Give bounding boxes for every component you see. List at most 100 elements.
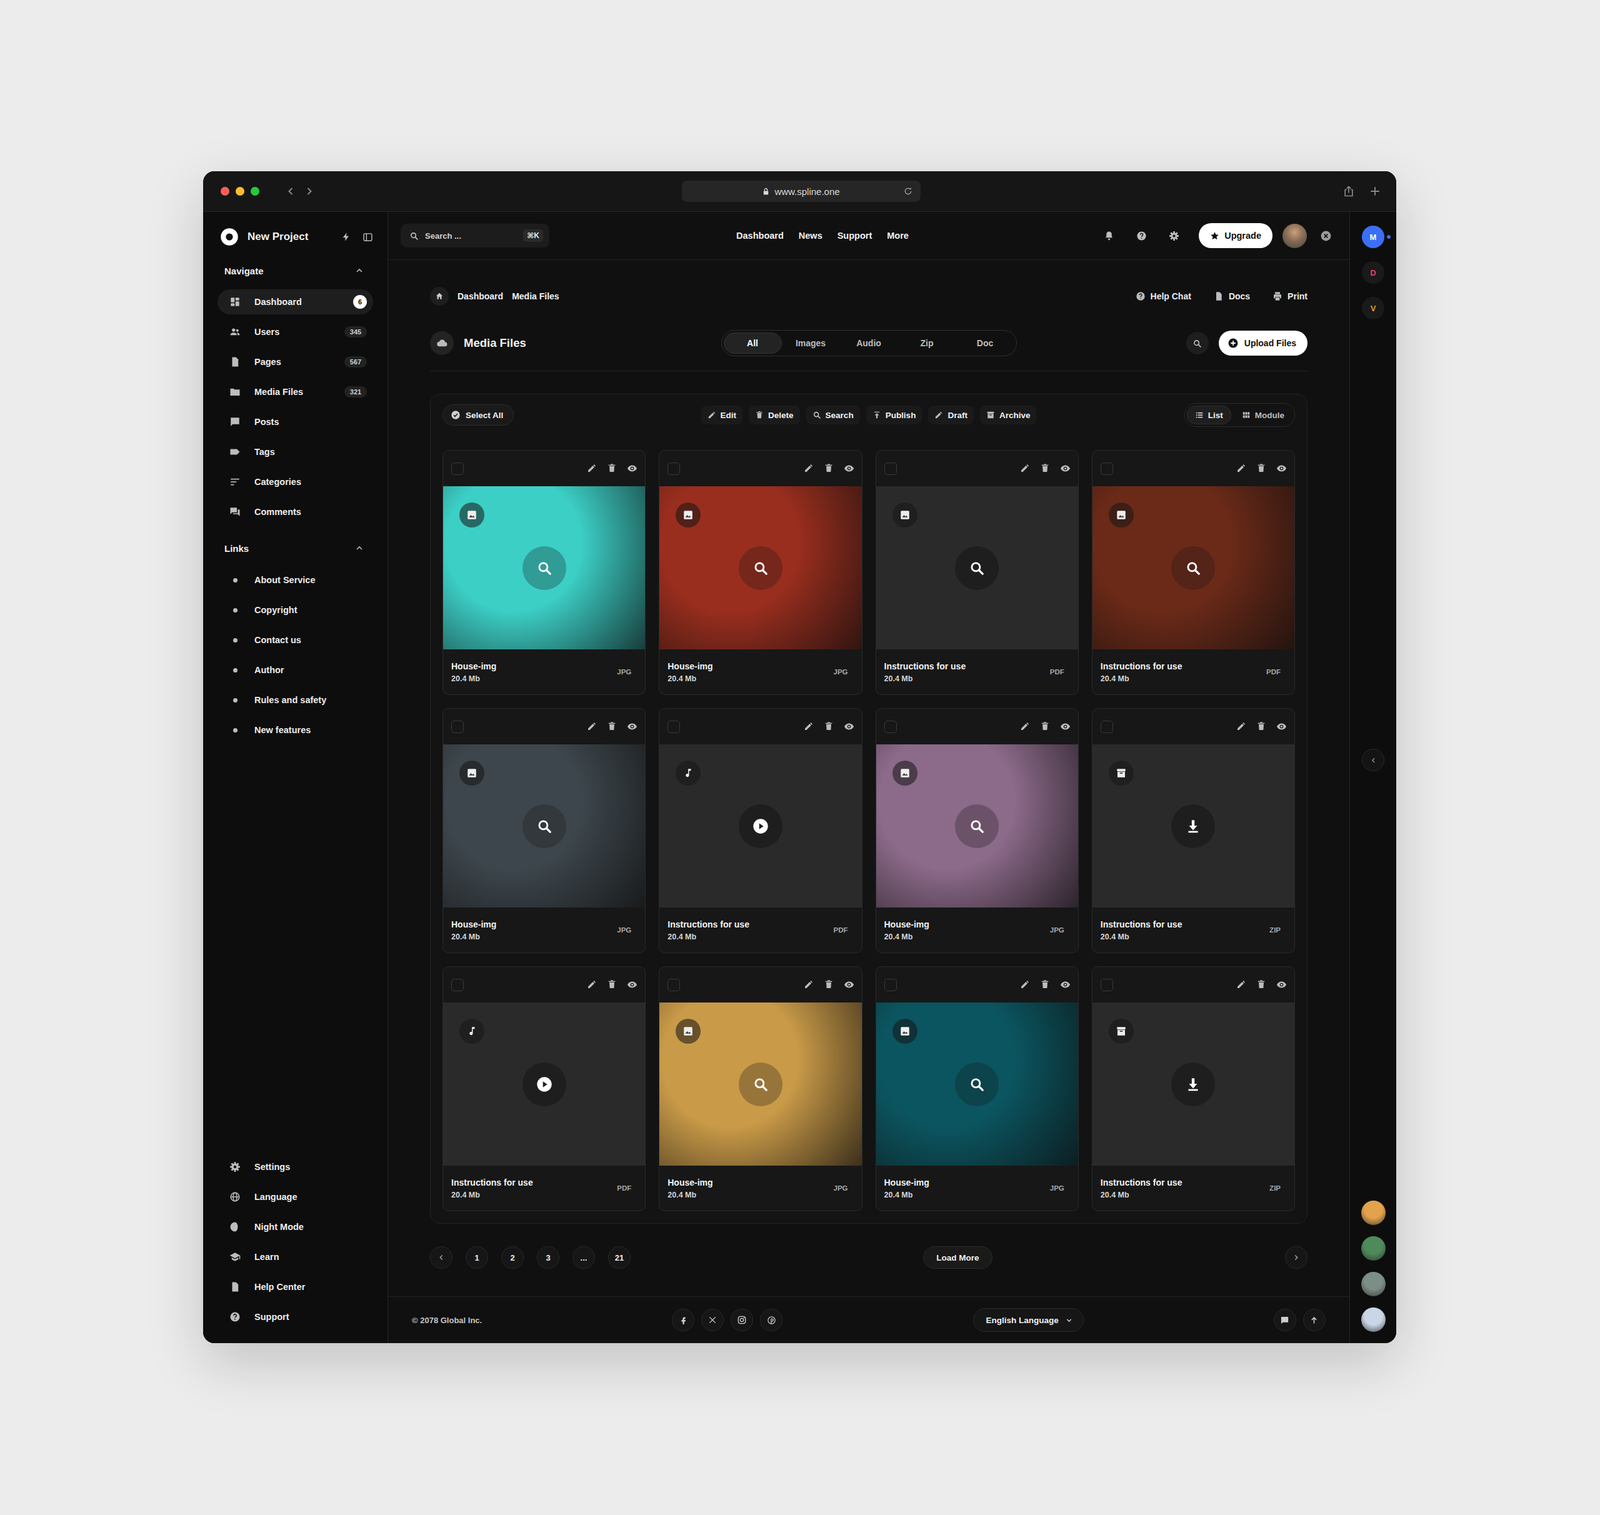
section-header[interactable]: Links [217,539,374,557]
file-card[interactable]: House-img 20.4 Mb JPG [875,966,1079,1212]
file-checkbox[interactable] [451,978,464,992]
delete-button[interactable] [606,721,617,732]
toolbar-action[interactable]: Publish [866,405,923,425]
filter-tab[interactable]: Images [781,332,840,354]
link-item[interactable]: Rules and safety [217,687,374,713]
sidebar-item[interactable]: Support [217,1304,374,1330]
file-preview[interactable] [876,1002,1079,1166]
preview-action[interactable] [522,1062,567,1107]
file-checkbox[interactable] [1100,720,1114,734]
minimize-light[interactable] [235,186,245,196]
forward-button[interactable] [303,185,316,198]
x-link[interactable] [701,1308,724,1332]
file-checkbox[interactable] [451,462,464,475]
toolbar-action[interactable]: Delete [748,405,800,425]
sidebar-item[interactable]: Users 345 [217,319,374,345]
sidebar-toggle-button[interactable] [362,231,374,243]
help-button[interactable] [1130,224,1153,247]
file-preview[interactable] [443,744,645,908]
page-action[interactable]: Help Chat [1135,291,1192,302]
edit-button[interactable] [586,979,597,990]
search-button[interactable] [1186,331,1209,355]
file-checkbox[interactable] [1100,462,1114,475]
filter-tab[interactable]: Zip [898,332,957,354]
scroll-top-button[interactable] [1303,1308,1326,1332]
file-preview[interactable] [659,744,862,908]
expand-button[interactable] [1361,748,1385,772]
sidebar-item[interactable]: Tags [217,439,374,465]
file-preview[interactable] [443,1002,645,1166]
sidebar-item[interactable]: Categories [217,469,374,495]
edit-button[interactable] [1236,979,1247,990]
file-checkbox[interactable] [667,720,680,734]
preview-action[interactable] [738,1062,783,1107]
page-button[interactable]: 2 [501,1246,524,1269]
preview-button[interactable] [843,463,855,474]
preview-button[interactable] [626,979,638,990]
member-avatar[interactable] [1361,1236,1386,1261]
file-card[interactable]: Instructions for use 20.4 Mb PDF [658,708,862,954]
pinterest-link[interactable] [760,1308,783,1332]
link-item[interactable]: About Service [217,567,374,593]
sidebar-item[interactable]: Dashboard 6 [217,289,374,315]
member-avatar[interactable] [1361,1271,1386,1297]
home-button[interactable] [430,286,449,306]
page-button[interactable]: ... [572,1246,595,1269]
filter-tab[interactable]: Doc [956,332,1015,354]
preview-action[interactable] [955,1062,999,1107]
workspace-avatar[interactable]: M [1361,225,1385,249]
delete-button[interactable] [1040,979,1050,990]
link-item[interactable]: Copyright [217,597,374,623]
load-more-button[interactable]: Load More [923,1246,992,1269]
language-select[interactable]: English Language [973,1308,1084,1332]
zoom-light[interactable] [250,186,260,196]
sidebar-item[interactable]: Night Mode [217,1214,374,1240]
sidebar-item[interactable]: Learn [217,1244,374,1270]
link-item[interactable]: New features [217,717,374,743]
preview-action[interactable] [1171,1062,1215,1107]
file-card[interactable]: Instructions for use 20.4 Mb PDF [875,450,1079,695]
sidebar-item[interactable]: Help Center [217,1274,374,1300]
nav-link[interactable]: News [798,230,823,241]
sidebar-item[interactable]: Comments [217,499,374,525]
new-tab-button[interactable] [1368,185,1382,198]
preview-button[interactable] [1060,979,1071,990]
file-card[interactable]: Instructions for use 20.4 Mb PDF [1091,450,1295,695]
file-card[interactable]: Instructions for use 20.4 Mb ZIP [1091,966,1295,1212]
file-card[interactable]: House-img 20.4 Mb JPG [658,966,862,1212]
file-card[interactable]: House-img 20.4 Mb JPG [875,708,1079,954]
toolbar-action[interactable]: Edit [701,405,744,425]
upload-button[interactable]: Upload Files [1218,330,1308,356]
preview-button[interactable] [1060,463,1071,474]
file-preview[interactable] [659,1002,862,1166]
file-card[interactable]: House-img 20.4 Mb JPG [442,450,646,695]
next-page-button[interactable] [1285,1246,1308,1269]
preview-button[interactable] [843,979,855,990]
file-card[interactable]: House-img 20.4 Mb JPG [658,450,862,695]
file-checkbox[interactable] [884,978,897,992]
file-card[interactable]: Instructions for use 20.4 Mb PDF [442,966,646,1212]
delete-button[interactable] [1256,721,1267,732]
upgrade-button[interactable]: Upgrade [1198,223,1273,249]
nav-link[interactable]: Support [837,230,873,241]
delete-button[interactable] [1256,463,1267,474]
delete-button[interactable] [823,721,834,732]
user-avatar[interactable] [1282,223,1307,249]
sidebar-item[interactable]: Media Files 321 [217,379,374,405]
address-bar[interactable]: www.spline.one [681,180,921,202]
search-field[interactable]: Search ... ⌘K [400,223,550,248]
page-action[interactable]: Print [1272,291,1308,302]
page-action[interactable]: Docs [1213,291,1250,302]
filter-tab[interactable]: Audio [840,332,899,354]
preview-action[interactable] [522,546,567,590]
nav-link[interactable]: Dashboard [736,230,784,241]
preview-action[interactable] [955,546,999,590]
link-item[interactable]: Contact us [217,627,374,653]
close-light[interactable] [220,186,230,196]
project-name[interactable]: New Project [247,230,309,244]
edit-button[interactable] [1020,979,1030,990]
filter-tab[interactable]: All [723,332,782,354]
preview-button[interactable] [1060,721,1071,732]
delete-button[interactable] [606,979,617,990]
back-button[interactable] [284,185,297,198]
